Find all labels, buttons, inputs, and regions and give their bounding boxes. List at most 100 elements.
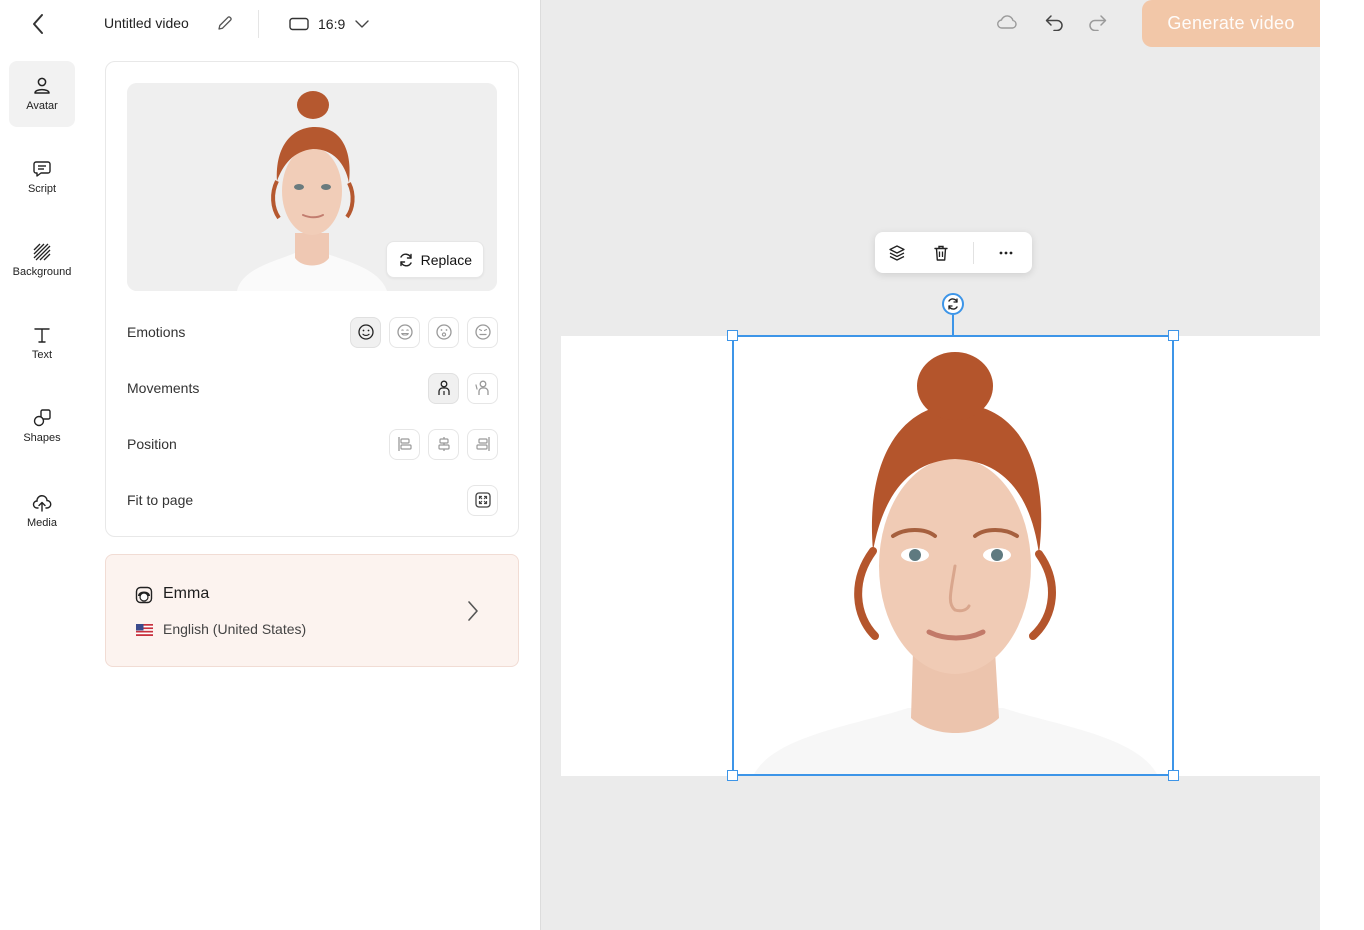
movements-label: Movements [127,380,200,396]
emotion-happy-button[interactable] [389,316,420,348]
rename-button[interactable] [216,14,234,32]
left-rail: Avatar Script Background Text Shapes Med… [0,0,84,930]
trash-icon [934,245,948,261]
person-still-icon [437,380,450,395]
screen-icon [289,17,309,31]
right-margin [1320,0,1364,930]
refresh-icon [399,253,412,266]
rail-item-label: Background [12,266,72,278]
chevron-left-icon [33,14,43,34]
layers-button[interactable] [875,232,919,273]
rail-item-label: Script [27,183,57,195]
position-row: Position [127,428,498,460]
movement-still-button[interactable] [428,372,459,404]
align-left-button[interactable] [389,428,420,460]
emotion-surprised-button[interactable] [428,316,459,348]
voice-name: Emma [163,585,210,602]
align-right-button[interactable] [467,428,498,460]
align-center-button[interactable] [428,428,459,460]
expand-icon [474,492,491,508]
delete-button[interactable] [919,232,963,273]
rotate-icon [948,298,958,310]
undo-button[interactable] [1043,10,1067,34]
replace-label: Replace [420,251,472,268]
rail-item-label: Shapes [23,432,61,444]
undo-icon [1045,15,1063,31]
emotions-row: Emotions [127,316,498,348]
align-center-icon [437,437,450,451]
toolbar-divider [973,241,974,264]
cloud-save-button[interactable] [995,10,1019,34]
cloud-icon [997,15,1017,29]
rail-item-label: Media [27,517,57,529]
rail-item-label: Avatar [26,100,58,112]
redo-button[interactable] [1085,10,1109,34]
cloud-upload-icon [32,495,52,512]
aspect-ratio-dropdown[interactable]: 16:9 [289,12,370,36]
rail-item-label: Text [31,349,53,361]
fit-to-page-button[interactable] [467,484,498,516]
movements-options [428,372,498,404]
generate-video-button[interactable]: Generate video [1142,0,1320,47]
face-happy-icon [396,324,413,340]
emotions-options [350,316,498,348]
us-flag-icon [136,624,153,636]
resize-handle-top-left[interactable] [727,330,738,341]
rotate-handle[interactable] [942,293,964,315]
avatar-canvas-image[interactable] [733,336,1174,776]
layers-icon [889,244,905,261]
resize-handle-bottom-right[interactable] [1168,770,1179,781]
rail-item-avatar[interactable]: Avatar [9,61,75,127]
avatar-face-icon [135,586,153,604]
fit-to-page-row: Fit to page [127,484,498,516]
avatar-properties-panel: Replace Emotions Movements Position Fit … [105,61,519,537]
aspect-ratio-value: 16:9 [318,16,346,32]
align-left-icon [397,437,412,451]
more-options-button[interactable] [984,232,1028,273]
chat-icon [33,161,51,177]
shapes-icon [33,409,51,427]
generate-video-label: Generate video [1167,13,1295,33]
face-neutral-icon [357,324,374,340]
avatar-preview: Replace [127,83,497,291]
fit-to-page-label: Fit to page [127,492,194,508]
rail-item-text[interactable]: Text [9,310,75,376]
movements-row: Movements [127,372,498,404]
resize-handle-top-right[interactable] [1168,330,1179,341]
video-title[interactable]: Untitled video [104,15,189,31]
emotion-neutral-button[interactable] [350,316,381,348]
movement-gesture-button[interactable] [467,372,498,404]
emotion-serious-button[interactable] [467,316,498,348]
rail-item-shapes[interactable]: Shapes [9,393,75,459]
rail-item-media[interactable]: Media [9,478,75,544]
chevron-right-icon [468,601,478,621]
top-bar: Untitled video 16:9 [84,0,540,48]
rotate-connector [952,315,954,335]
position-label: Position [127,436,177,452]
more-horizontal-icon [999,251,1013,254]
hatch-icon [33,243,51,261]
person-icon [34,77,50,94]
element-floating-toolbar [875,232,1032,273]
rail-item-script[interactable]: Script [9,144,75,210]
back-button[interactable] [26,10,50,38]
position-options [389,428,498,460]
redo-icon [1089,15,1107,31]
voice-language: English (United States) [163,621,307,637]
resize-handle-bottom-left[interactable] [727,770,738,781]
avatar-portrait [733,336,1174,776]
text-icon [34,328,50,343]
app-root: Avatar Script Background Text Shapes Med… [0,0,1364,930]
emotions-label: Emotions [127,324,186,340]
pencil-icon [218,16,232,30]
align-right-icon [475,437,490,451]
voice-selector-card[interactable]: Emma English (United States) [105,554,519,667]
person-gesture-icon [474,380,489,395]
fit-options [467,484,498,516]
chevron-down-icon [355,20,369,28]
divider [258,10,259,38]
face-surprised-icon [435,324,452,340]
face-serious-icon [474,324,491,340]
rail-item-background[interactable]: Background [9,227,75,293]
replace-avatar-button[interactable]: Replace [385,241,484,278]
